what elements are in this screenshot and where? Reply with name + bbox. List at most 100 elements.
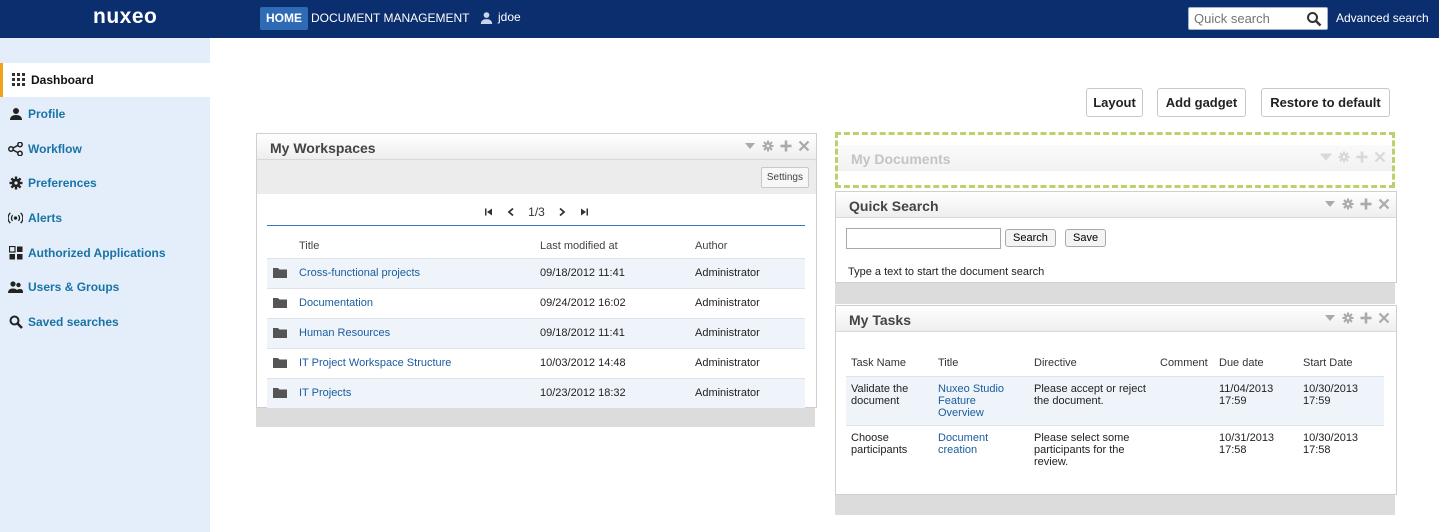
table-row[interactable]: Cross-functional projects 09/18/2012 11:… [267,257,805,288]
restore-to-default-button[interactable]: Restore to default [1261,88,1390,117]
task-start-date: 10/30/2013 17:59 [1298,375,1384,425]
sidebar-item-label: Alerts [28,211,63,225]
nav-home-tab[interactable]: HOME [260,7,308,30]
maximize-icon[interactable] [1360,198,1372,210]
column-header-comment[interactable]: Comment [1155,350,1214,376]
nuxeo-logo[interactable]: nuxeo [93,5,157,29]
maximize-icon[interactable] [780,140,792,152]
workspace-link[interactable]: Documentation [299,297,373,309]
modified-date: 09/18/2012 11:41 [540,257,695,288]
sidebar-item-saved-searches[interactable]: Saved searches [0,305,210,339]
tasks-table: Task Name Title Directive Comment Due da… [846,350,1384,474]
settings-button[interactable]: Settings [760,167,809,188]
author: Administrator [695,317,805,348]
gadget-footer [835,495,1395,515]
gear-icon[interactable] [762,140,774,152]
gear-icon[interactable] [1338,151,1350,163]
workspace-link[interactable]: IT Project Workspace Structure [299,357,451,369]
search-button[interactable]: Search [1005,229,1056,247]
quick-search-text-input[interactable] [846,228,1001,249]
workspaces-table: Title Last modified at Author Cross-func… [267,234,805,408]
sidebar-item-authorized-applications[interactable]: Authorized Applications [0,236,210,270]
workspace-link[interactable]: IT Projects [299,387,351,399]
layout-button[interactable]: Layout [1086,88,1143,117]
page-indicator: 1/3 [528,205,545,219]
column-header-directive[interactable]: Directive [1029,350,1155,376]
gadget-tools [1324,312,1390,324]
gadget-title: My Tasks [849,312,911,328]
gear-icon[interactable] [1342,312,1354,324]
table-row[interactable]: IT Project Workspace Structure 10/03/201… [267,347,805,378]
quick-search-box [1188,7,1328,30]
maximize-icon[interactable] [1356,151,1368,163]
first-page-icon[interactable] [484,207,494,217]
sidebar-item-label: Users & Groups [28,280,120,294]
task-directive: Please select some participants for the … [1029,424,1155,474]
gadget-header[interactable]: My Tasks [836,306,1396,332]
modified-date: 09/24/2012 16:02 [540,287,695,318]
sidebar-item-label: Authorized Applications [28,246,166,260]
table-row[interactable]: IT Projects 10/23/2012 18:32 Administrat… [267,377,805,408]
column-header-due-date[interactable]: Due date [1214,350,1298,376]
search-icon [8,315,23,330]
quick-search-input[interactable] [1189,8,1304,29]
column-header-title[interactable]: Title [299,234,540,258]
previous-page-icon[interactable] [506,207,516,217]
sidebar-item-dashboard[interactable]: Dashboard [0,63,210,97]
maximize-icon[interactable] [1360,312,1372,324]
close-icon[interactable] [1378,312,1390,324]
collapse-icon[interactable] [1324,198,1336,210]
table-row[interactable]: Human Resources 09/18/2012 11:41 Adminis… [267,317,805,348]
close-icon[interactable] [798,140,810,152]
person-icon [8,107,23,122]
column-header-modified[interactable]: Last modified at [540,234,695,258]
workspace-link[interactable]: Cross-functional projects [299,267,420,279]
table-row[interactable]: Choose participants Document creation Pl… [846,424,1384,474]
sidebar-item-preferences[interactable]: Preferences [0,166,210,200]
sidebar-item-workflow[interactable]: Workflow [0,132,210,166]
sidebar-item-profile[interactable]: Profile [0,97,210,131]
nav-document-management-tab[interactable]: DOCUMENT MANAGEMENT [311,11,469,25]
search-icon[interactable] [1306,11,1322,27]
add-gadget-button[interactable]: Add gadget [1157,88,1246,117]
collapse-icon[interactable] [1324,312,1336,324]
folder-icon [273,268,287,278]
folder-icon [273,388,287,399]
save-button[interactable]: Save [1065,229,1107,247]
author: Administrator [695,347,805,378]
gadget-toolbar: Settings [257,160,816,194]
task-document-link[interactable]: Document creation [938,432,988,456]
my-tasks-gadget: My Tasks Task Name Title Directive Comme… [835,305,1397,495]
advanced-search-link[interactable]: Advanced search [1336,11,1429,25]
table-row[interactable]: Documentation 09/24/2012 16:02 Administr… [267,287,805,318]
next-page-icon[interactable] [557,207,567,217]
last-page-icon[interactable] [579,207,589,217]
close-icon[interactable] [1374,151,1386,163]
gadget-header[interactable]: My Workspaces [257,134,816,160]
task-name: Validate the document [846,375,933,425]
task-due-date: 10/31/2013 17:58 [1214,424,1298,474]
user-menu[interactable]: jdoe [480,10,521,24]
close-icon[interactable] [1378,198,1390,210]
column-header-title[interactable]: Title [933,350,1029,376]
gadget-header[interactable]: Quick Search [836,192,1396,218]
column-header-start-date[interactable]: Start Date [1298,350,1384,376]
folder-icon [273,358,287,368]
column-header-task-name[interactable]: Task Name [846,350,933,376]
author: Administrator [695,287,805,318]
collapse-icon[interactable] [1320,151,1332,163]
apps-icon [8,246,23,261]
collapse-icon[interactable] [744,140,756,152]
workspace-link[interactable]: Human Resources [299,327,390,339]
task-document-link[interactable]: Nuxeo Studio Feature Overview [938,383,1004,419]
gadget-footer [256,408,815,427]
gadget-header[interactable]: My Documents [838,145,1392,171]
sidebar-item-users-groups[interactable]: Users & Groups [0,270,210,304]
author: Administrator [695,257,805,288]
sidebar-item-alerts[interactable]: Alerts [0,201,210,235]
gear-icon[interactable] [1342,198,1354,210]
my-documents-gadget[interactable]: My Documents [835,132,1395,188]
task-name: Choose participants [846,424,933,474]
table-row[interactable]: Validate the document Nuxeo Studio Featu… [846,375,1384,425]
column-header-author[interactable]: Author [695,234,805,258]
